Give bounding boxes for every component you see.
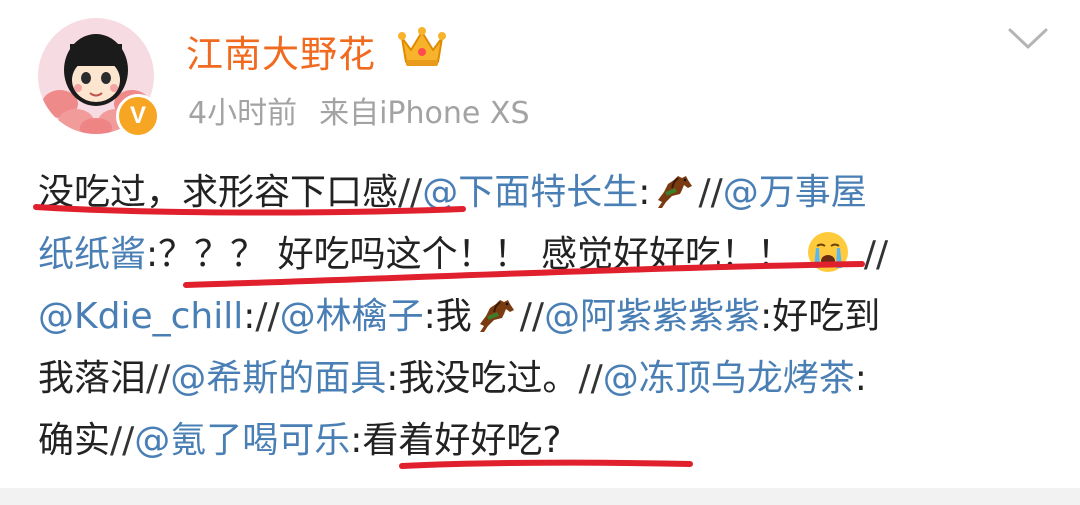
post-text-segment: : [854,358,867,399]
post-text-segment: :我 [423,296,472,337]
crying-face-emoji [806,230,850,294]
weibo-post-card: V 江南大野花 4小时前 来自iPhone XS 没吃过，求形容下口感//@下面特… [0,0,1080,505]
post-text-line: 确实//@氪了喝可乐:看着好好吃? [38,410,1058,472]
post-text-segment: :我没吃过。 [386,358,579,399]
post-text-segment: : [638,172,651,213]
verified-badge-mark: V [129,102,146,129]
repost-separator: // [110,420,135,461]
user-mention-link[interactable]: @希斯的面具 [170,358,386,399]
post-text-segment: :好吃到 [760,296,881,337]
verified-badge-icon: V [116,94,160,138]
repost-separator: // [698,172,723,213]
post-source[interactable]: 来自iPhone XS [319,96,529,131]
post-text-segment: :？？？ 好吃吗这个！！ 感觉好好吃！！ [146,234,805,275]
user-mention-link[interactable]: @冻顶乌龙烤茶 [603,358,855,399]
user-mention-link[interactable]: @林檎子 [280,296,424,337]
repost-separator: // [578,358,603,399]
repost-separator: // [852,234,889,275]
post-text-segment: 没吃过，求形容下口感 [38,172,399,213]
horse-emoji [474,294,518,356]
user-mention-link[interactable]: @下面特长生 [422,172,638,213]
post-text-segment: : [243,296,256,337]
post-text-segment: :看着好好吃? [350,420,562,461]
post-text-segment: 我落泪 [38,358,147,399]
user-mention-link[interactable]: @阿紫紫紫紫 [544,296,760,337]
feed-separator [0,488,1080,505]
user-mention-link[interactable]: 纸纸酱 [38,234,146,275]
chevron-down-icon[interactable] [1006,26,1050,52]
post-time: 4小时前 [188,96,298,131]
repost-separator: // [255,296,280,337]
user-mention-link[interactable]: @万事屋 [723,172,867,213]
post-text: 没吃过，求形容下口感//@下面特长生://@万事屋 纸纸酱:？？？ 好吃吗这个！！… [38,162,1058,472]
horse-emoji [652,170,696,232]
crown-icon[interactable] [398,24,446,70]
repost-separator: // [519,296,545,337]
username[interactable]: 江南大野花 [186,24,376,78]
post-text-line: 纸纸酱:？？？ 好吃吗这个！！ 感觉好好吃！！ // [38,224,1058,286]
user-mention-link[interactable]: @氪了喝可乐 [134,420,350,461]
post-text-line: 我落泪//@希斯的面具:我没吃过。//@冻顶乌龙烤茶: [38,348,1058,410]
post-text-segment: 确实 [38,420,111,461]
user-mention-link[interactable]: @Kdie_chill [38,296,243,337]
post-text-line: 没吃过，求形容下口感//@下面特长生://@万事屋 [38,162,1058,224]
post-text-line: @Kdie_chill://@林檎子:我//@阿紫紫紫紫:好吃到 [38,286,1058,348]
post-meta: 4小时前 来自iPhone XS [188,88,530,132]
repost-separator: // [146,358,171,399]
repost-separator: // [398,172,423,213]
